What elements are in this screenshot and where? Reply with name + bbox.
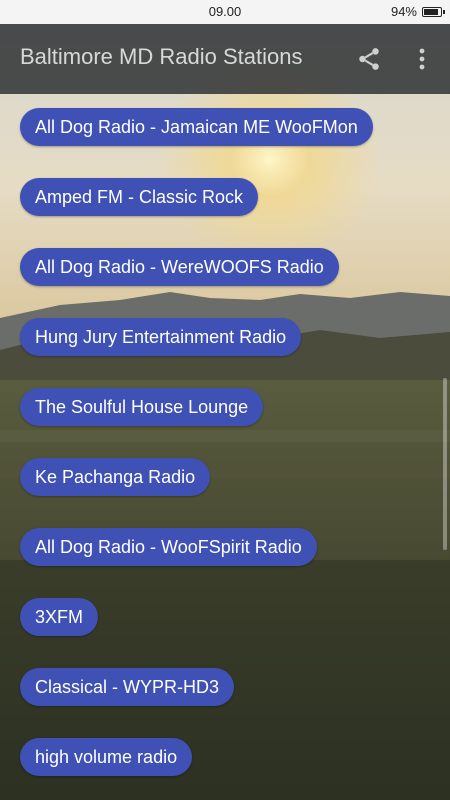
station-item[interactable]: All Dog Radio - WereWOOFS Radio xyxy=(20,248,339,286)
battery-icon xyxy=(422,6,445,17)
station-item[interactable]: 3XFM xyxy=(20,598,99,636)
status-battery: 94% xyxy=(390,4,445,19)
status-time: 09.00 xyxy=(208,4,242,19)
share-icon[interactable] xyxy=(356,46,382,72)
battery-percent: 94% xyxy=(390,4,417,19)
station-item[interactable]: All Dog Radio - WooFSpirit Radio xyxy=(20,528,317,566)
scrollbar[interactable] xyxy=(443,378,447,550)
app-screen: 09.00 94% Baltimore MD Radio Stations Al… xyxy=(0,0,450,800)
station-item[interactable]: Hung Jury Entertainment Radio xyxy=(20,318,302,356)
status-bar: 09.00 94% xyxy=(0,0,450,24)
station-item[interactable]: high volume radio xyxy=(20,738,193,776)
app-title: Baltimore MD Radio Stations xyxy=(20,44,303,69)
station-list: All Dog Radio - Jamaican ME WooFMon Ampe… xyxy=(0,94,450,800)
station-item[interactable]: Classical - WYPR-HD3 xyxy=(20,668,235,706)
station-item[interactable]: Amped FM - Classic Rock xyxy=(20,178,259,216)
station-item[interactable]: All Dog Radio - Jamaican ME WooFMon xyxy=(20,108,373,146)
app-bar: Baltimore MD Radio Stations xyxy=(0,24,450,94)
station-item[interactable]: Ke Pachanga Radio xyxy=(20,458,211,496)
more-vertical-icon[interactable] xyxy=(412,46,432,72)
station-item[interactable]: The Soulful House Lounge xyxy=(20,388,264,426)
